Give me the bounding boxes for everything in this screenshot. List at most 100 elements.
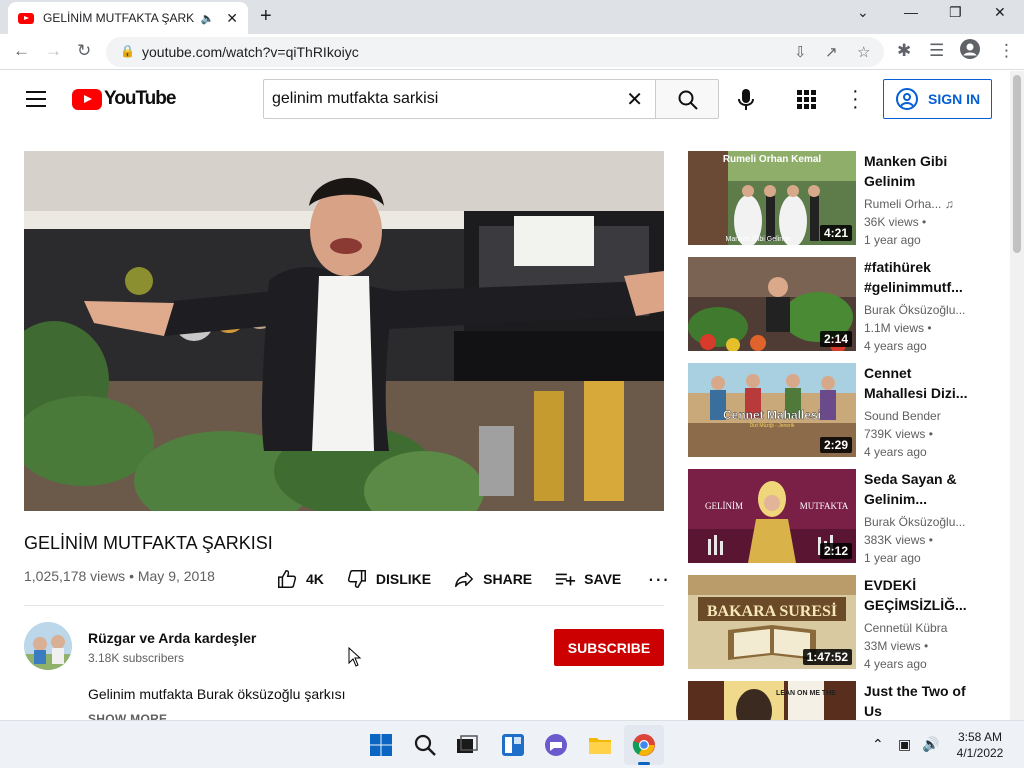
taskbar-search-icon[interactable] (413, 733, 437, 757)
suggestion-title[interactable]: #fatihürek #gelinimmutf... (864, 257, 974, 297)
sign-in-button[interactable]: SIGN IN (883, 79, 992, 119)
suggestion-channel: Cennetül Kübra (864, 621, 948, 635)
thumb-caption: Manken Gibi Gelinim (726, 236, 791, 243)
video-duration: 1:47:52 (802, 649, 852, 665)
music-note-icon: ♫ (944, 197, 954, 211)
tab-search-icon[interactable]: ⌄ (857, 4, 869, 21)
back-icon[interactable]: ← (13, 41, 30, 61)
windows-start-icon[interactable] (369, 733, 393, 757)
like-button[interactable]: 4K (276, 568, 324, 590)
search-button[interactable] (655, 79, 719, 119)
channel-name[interactable]: Rüzgar ve Arda kardeşler (88, 630, 256, 646)
media-control-icon[interactable]: ☰ (929, 41, 944, 61)
video-thumbnail[interactable]: GELİNİM MUTFAKTA 2:12 (688, 469, 856, 563)
browser-menu-icon[interactable]: ⋮ (998, 41, 1015, 61)
install-app-icon[interactable]: ⇩ (794, 43, 807, 61)
video-duration: 2:14 (819, 331, 852, 347)
thumb-caption: Rumeli Orhan Kemal (723, 154, 822, 165)
dislike-button[interactable]: DISLIKE (346, 568, 431, 590)
suggestion-card[interactable]: Cennet Mahallesi Dizi Müziği - Jenerik 2… (688, 363, 988, 459)
close-window-button[interactable]: ✕ (994, 4, 1006, 21)
thumb-caption: Dizi Müziği - Jenerik (750, 423, 795, 429)
thumb-caption: Cennet Mahallesi (723, 408, 821, 422)
thumbs-up-icon (278, 570, 297, 588)
suggestion-title[interactable]: EVDEKİ GEÇİMSİZLİĞ... (864, 575, 974, 615)
suggestion-card[interactable]: GELİNİM MUTFAKTA 2:12 Seda Sayan & Gelin… (688, 469, 988, 565)
speaker-icon[interactable]: 🔈 (201, 12, 215, 25)
widgets-icon[interactable] (501, 733, 525, 757)
system-clock[interactable]: 3:58 AM 4/1/2022 (948, 729, 1012, 761)
subscribe-button[interactable]: SUBSCRIBE (554, 629, 664, 666)
save-playlist-icon (555, 573, 576, 586)
volume-icon[interactable]: 🔊 (922, 736, 939, 753)
video-thumbnail[interactable]: LEAN ON ME THE (688, 681, 856, 721)
search-input[interactable]: gelinim mutfakta sarkisi ✕ (263, 79, 656, 119)
chrome-icon (632, 734, 655, 756)
video-thumbnail[interactable]: BAKARA SURESİ 1:47:52 (688, 575, 856, 669)
suggestion-card[interactable]: LEAN ON ME THE Just the Two of Us (688, 681, 988, 721)
search-query[interactable]: gelinim mutfakta sarkisi (272, 90, 438, 108)
restore-button[interactable]: ❐ (949, 4, 962, 21)
chrome-taskbar-button[interactable] (624, 725, 664, 765)
logo-text: YouTube (104, 88, 176, 109)
task-view-icon[interactable] (455, 733, 479, 757)
thumbs-down-icon (347, 570, 366, 588)
microphone-icon[interactable] (737, 88, 755, 112)
dislike-label: DISLIKE (375, 571, 432, 587)
video-player[interactable] (24, 151, 664, 511)
lock-icon[interactable]: 🔒 (120, 44, 135, 58)
browser-tab[interactable]: GELİNİM MUTFAKTA ŞARKISI 🔈 ✕ (8, 2, 248, 34)
suggestion-title[interactable]: Seda Sayan & Gelinim... (864, 469, 974, 509)
more-actions-icon[interactable]: ··· (647, 568, 669, 590)
suggestion-age: 4 years ago (864, 657, 927, 671)
minimize-button[interactable]: — (904, 4, 918, 20)
suggestion-channel: Burak Öksüzoğlu... (864, 515, 966, 529)
channel-avatar[interactable] (24, 622, 72, 670)
share-icon (455, 571, 474, 588)
reload-icon[interactable]: ↻ (77, 41, 91, 61)
settings-more-icon[interactable]: · · · (852, 81, 859, 117)
active-app-indicator (638, 762, 650, 765)
suggestion-card[interactable]: BAKARA SURESİ 1:47:52 EVDEKİ GEÇİMSİZLİĞ… (688, 575, 988, 671)
search-icon (678, 90, 698, 110)
video-duration: 2:29 (819, 437, 852, 453)
suggestion-views: 33M views • (864, 639, 929, 653)
divider (24, 605, 664, 606)
share-button[interactable]: SHARE (453, 568, 532, 590)
share-label: SHARE (483, 571, 533, 587)
url-text[interactable]: youtube.com/watch?v=qiThRIkoiyc (142, 44, 359, 60)
new-tab-button[interactable]: + (260, 5, 272, 28)
like-count: 4K (306, 571, 324, 587)
scrollbar-thumb[interactable] (1013, 75, 1021, 253)
apps-grid-icon[interactable] (797, 90, 816, 109)
suggestion-views: 1.1M views • (864, 321, 932, 335)
profile-icon[interactable] (960, 39, 980, 64)
network-icon[interactable]: ▣ (898, 736, 911, 753)
address-bar[interactable]: 🔒 youtube.com/watch?v=qiThRIkoiyc ⇩ ↗ ☆ (106, 37, 884, 67)
suggestion-title[interactable]: Manken Gibi Gelinim (864, 151, 974, 191)
video-thumbnail[interactable]: 2:14 (688, 257, 856, 351)
forward-icon[interactable]: → (45, 41, 62, 61)
teams-chat-icon[interactable] (544, 733, 568, 757)
suggestion-views: 739K views • (864, 427, 933, 441)
youtube-logo[interactable]: YouTube (72, 88, 176, 110)
extensions-icon[interactable]: ✱ (897, 41, 911, 61)
suggestion-title[interactable]: Cennet Mahallesi Dizi... (864, 363, 974, 403)
suggestion-card[interactable]: 2:14 #fatihürek #gelinimmutf... Burak Ök… (688, 257, 988, 353)
save-button[interactable]: SAVE (554, 568, 621, 590)
bookmark-star-icon[interactable]: ☆ (857, 43, 870, 61)
share-page-icon[interactable]: ↗ (825, 43, 838, 61)
tab-close-icon[interactable]: ✕ (226, 10, 238, 27)
page-scrollbar[interactable] (1010, 71, 1024, 721)
save-label: SAVE (584, 571, 622, 587)
suggestion-card[interactable]: Rumeli Orhan Kemal Manken Gibi Gelinim 4… (688, 151, 988, 247)
clear-search-icon[interactable]: ✕ (626, 87, 643, 112)
video-description: Gelinim mutfakta Burak öksüzoğlu şarkısı (88, 686, 346, 702)
video-frame (24, 151, 664, 511)
video-thumbnail[interactable]: Rumeli Orhan Kemal Manken Gibi Gelinim 4… (688, 151, 856, 245)
file-explorer-icon[interactable] (588, 733, 612, 757)
video-thumbnail[interactable]: Cennet Mahallesi Dizi Müziği - Jenerik 2… (688, 363, 856, 457)
suggestion-title[interactable]: Just the Two of Us (864, 681, 974, 721)
hamburger-menu-icon[interactable] (26, 91, 46, 112)
show-hidden-icons-icon[interactable]: ⌃ (872, 736, 884, 753)
